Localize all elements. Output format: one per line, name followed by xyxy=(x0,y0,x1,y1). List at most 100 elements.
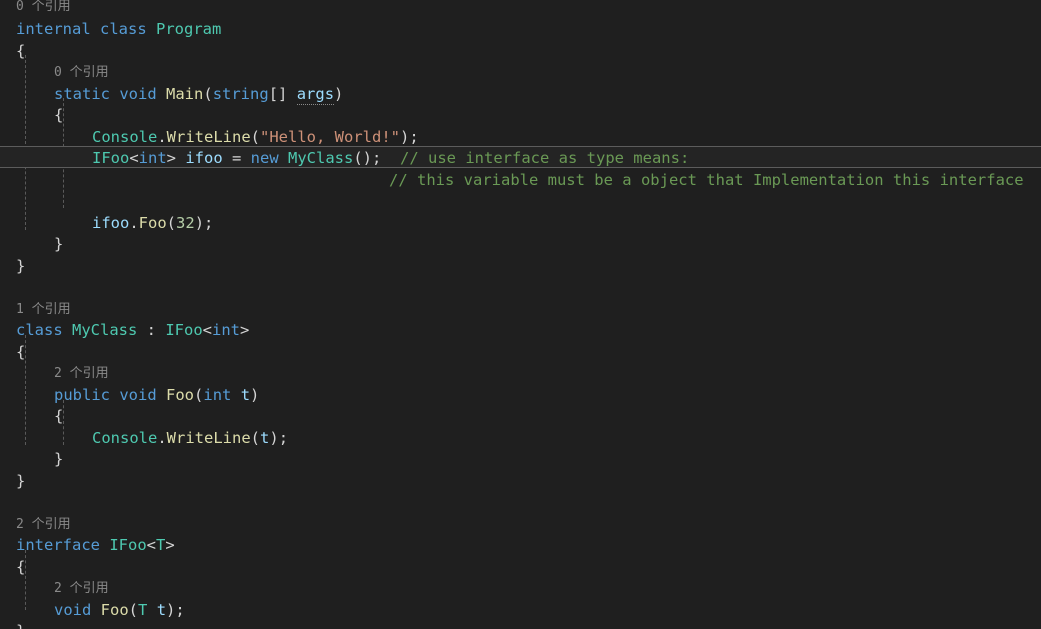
type-ifoo: IFoo xyxy=(92,149,130,167)
code-line-class-program: internal class Program xyxy=(0,19,1041,41)
codelens-label: 2 个引用 xyxy=(16,516,71,532)
method-foo: Foo xyxy=(138,213,167,232)
code-line-console-writeline-hello: Console.WriteLine("Hello, World!"); xyxy=(0,127,1041,149)
keyword-string: string xyxy=(212,84,269,103)
code-line-close-brace-foo: } xyxy=(0,449,1041,471)
code-content[interactable]: 0 个引用 internal class Program { 0 个引用 sta… xyxy=(0,0,1041,629)
code-line-blank-3 xyxy=(0,492,1041,514)
param-t: t xyxy=(240,385,251,404)
brace-close: } xyxy=(16,622,25,629)
code-line-open-brace-ifoo: { xyxy=(0,557,1041,579)
type-console: Console xyxy=(92,127,158,146)
brace-open: { xyxy=(16,342,26,361)
code-line-foo-signature: public void Foo(int t) xyxy=(0,385,1041,407)
keyword-public: public xyxy=(54,385,110,404)
keyword-internal: internal xyxy=(16,20,91,38)
keyword-new: new xyxy=(250,149,279,167)
comment-this-variable: // this variable must be a object that I… xyxy=(389,170,1024,189)
paren-close: ) xyxy=(334,84,344,103)
codelens-myclass-class[interactable]: 1 个引用 xyxy=(0,299,1041,321)
code-line-close-brace-ifoo: } xyxy=(0,621,1041,629)
statement-tail: ); xyxy=(194,213,214,232)
code-line-comment-continuation: // this variable must be a object that I… xyxy=(0,170,1041,192)
keyword-int: int xyxy=(203,385,232,404)
type-param-t: T xyxy=(156,536,166,554)
type-param-t: T xyxy=(138,600,148,619)
codelens-main-method[interactable]: 0 个引用 xyxy=(0,62,1041,84)
string-hello-world: "Hello, World!" xyxy=(260,127,400,146)
method-foo: Foo xyxy=(100,600,129,619)
statement-tail: ); xyxy=(400,127,419,146)
type-ifoo: IFoo xyxy=(109,536,147,554)
codelens-myclass-foo-method[interactable]: 2 个引用 xyxy=(0,363,1041,385)
comment-use-interface: // use interface as type means: xyxy=(400,149,690,167)
variable-ifoo: ifoo xyxy=(185,149,223,167)
codelens-ifoo-interface[interactable]: 2 个引用 xyxy=(0,514,1041,536)
paren-open: ( xyxy=(194,385,204,404)
paren-open: ( xyxy=(128,600,139,619)
statement-tail: (); xyxy=(353,149,382,167)
generic-open: < xyxy=(202,321,213,339)
code-line-class-myclass: class MyClass : IFoo<int> xyxy=(0,320,1041,342)
keyword-void: void xyxy=(119,84,157,103)
param-t: t xyxy=(147,600,167,619)
code-line-blank-2 xyxy=(0,277,1041,299)
paren-open: ( xyxy=(250,428,261,447)
type-program: Program xyxy=(156,20,222,38)
code-line-open-brace-foo: { xyxy=(0,406,1041,428)
number-32: 32 xyxy=(176,213,195,232)
assign-operator: = xyxy=(222,149,251,167)
variable-ifoo: ifoo xyxy=(92,213,130,232)
method-main: Main xyxy=(166,84,204,103)
keyword-interface: interface xyxy=(16,536,100,554)
codelens-program-class[interactable]: 0 个引用 xyxy=(0,0,1041,19)
array-brackets: [] xyxy=(268,84,288,103)
method-foo: Foo xyxy=(166,385,195,404)
code-editor-pane[interactable]: 0 个引用 internal class Program { 0 个引用 sta… xyxy=(0,0,1041,629)
type-myclass: MyClass xyxy=(72,321,138,339)
brace-open: { xyxy=(54,407,64,425)
method-writeline: WriteLine xyxy=(166,428,251,447)
paren-open: ( xyxy=(250,127,261,146)
dot: . xyxy=(157,127,167,146)
brace-close: } xyxy=(16,471,26,490)
keyword-void: void xyxy=(54,600,92,619)
code-line-ifoo-foo-call: ifoo.Foo(32); xyxy=(0,213,1041,235)
inherit-colon: : xyxy=(137,321,166,339)
paren-open: ( xyxy=(166,213,177,232)
codelens-ifoo-foo-method[interactable]: 2 个引用 xyxy=(0,578,1041,600)
brace-open: { xyxy=(54,106,64,124)
generic-close: > xyxy=(240,321,250,339)
code-line-open-brace-main: { xyxy=(0,105,1041,127)
method-writeline: WriteLine xyxy=(166,127,251,146)
variable-t: t xyxy=(260,428,270,447)
keyword-class: class xyxy=(100,20,147,38)
code-line-close-brace-main: } xyxy=(0,234,1041,256)
code-line-interface-ifoo: interface IFoo<T> xyxy=(0,535,1041,557)
code-line-close-brace-program: } xyxy=(0,256,1041,278)
type-console: Console xyxy=(92,428,158,447)
keyword-int: int xyxy=(138,149,167,167)
brace-close: } xyxy=(54,235,64,253)
brace-open: { xyxy=(16,557,26,576)
generic-open: < xyxy=(146,536,157,554)
paren-open: ( xyxy=(203,84,213,103)
statement-tail: ); xyxy=(166,600,185,619)
paren-close: ) xyxy=(250,385,260,404)
codelens-label: 2 个引用 xyxy=(54,581,109,596)
code-line-interface-foo-signature: void Foo(T t); xyxy=(0,600,1041,622)
statement-tail: ); xyxy=(269,428,289,447)
code-line-main-signature: static void Main(string[] args) xyxy=(0,84,1041,106)
brace-close: } xyxy=(16,256,26,275)
